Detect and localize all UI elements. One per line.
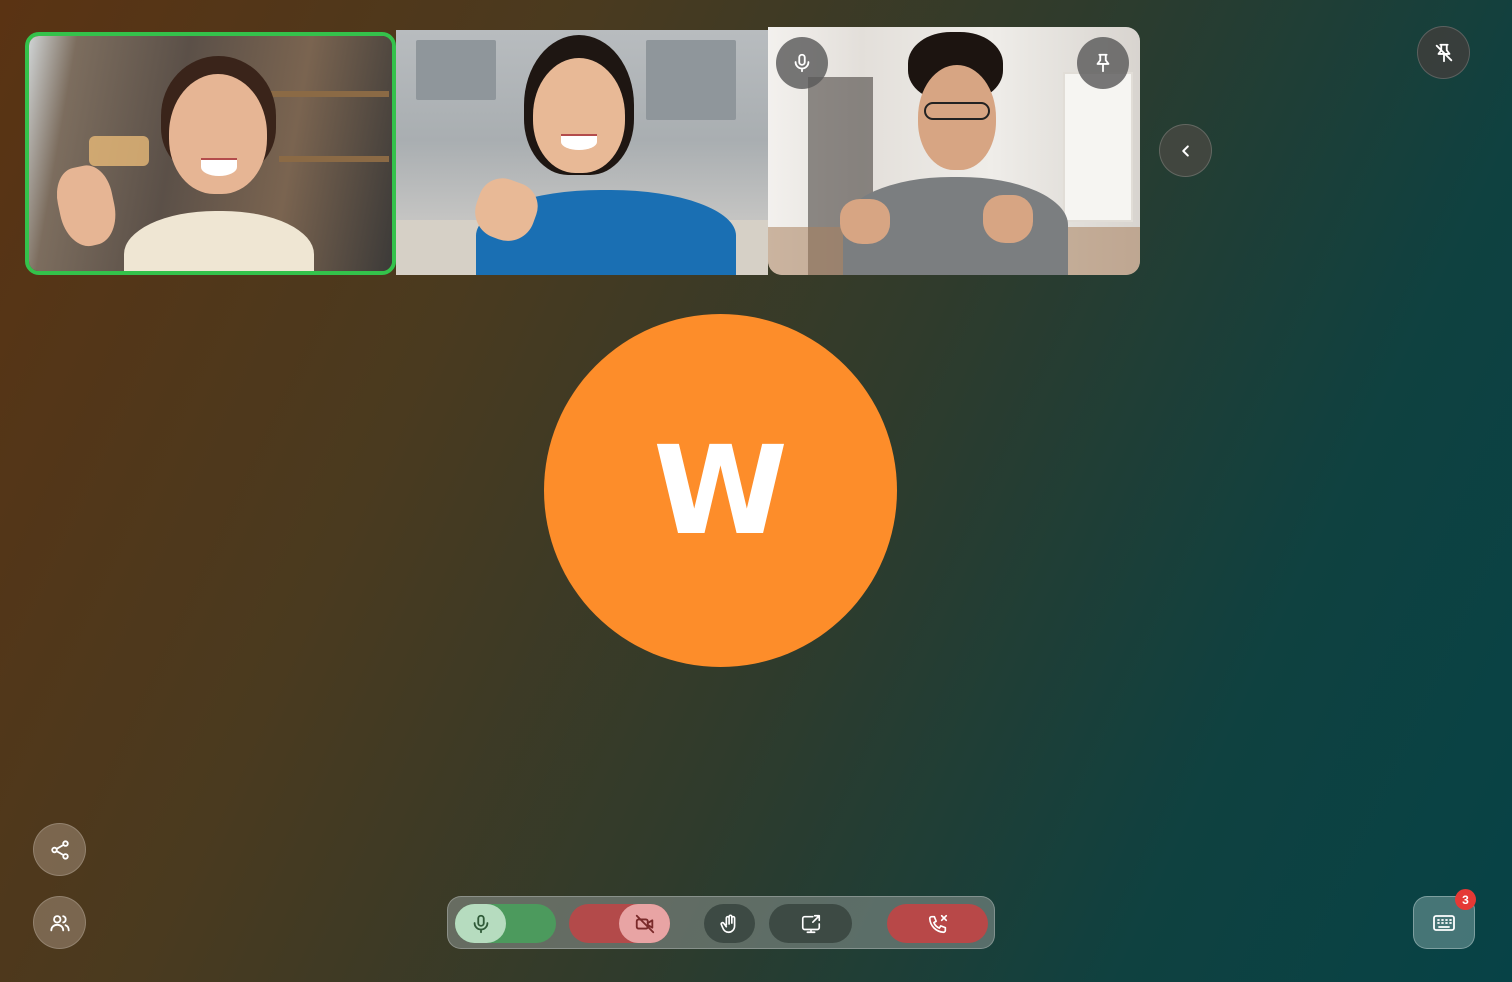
keyboard-shortcuts-button[interactable]: 3 — [1413, 889, 1476, 949]
screen-share-icon — [801, 914, 820, 933]
share-link-button[interactable] — [33, 823, 86, 876]
screen-share-button[interactable] — [769, 904, 852, 943]
participant-video — [29, 36, 392, 271]
end-call-icon — [928, 914, 947, 933]
share-icon — [50, 839, 69, 860]
end-call-button[interactable] — [887, 904, 988, 943]
call-controls-bar — [447, 896, 995, 949]
mic-icon — [794, 53, 810, 73]
participant-video — [396, 30, 768, 275]
hand-icon — [719, 914, 735, 933]
mic-toggle-knob — [455, 904, 506, 943]
camera-off-icon — [635, 914, 654, 933]
participant-tile-1[interactable] — [25, 32, 396, 275]
raise-hand-button[interactable] — [704, 904, 755, 943]
participant-tile-2[interactable] — [396, 30, 768, 275]
collapse-strip-button[interactable] — [1159, 124, 1212, 177]
notification-badge: 3 — [1455, 889, 1476, 910]
camera-toggle[interactable] — [569, 904, 670, 943]
mute-participant-button[interactable] — [776, 37, 828, 89]
mic-toggle[interactable] — [455, 904, 556, 943]
pin-participant-button[interactable] — [1077, 37, 1129, 89]
unpin-button[interactable] — [1417, 26, 1470, 79]
keyboard-icon — [1433, 914, 1455, 931]
people-icon — [49, 914, 70, 931]
unpin-icon — [1435, 43, 1452, 62]
avatar-initial: W — [653, 419, 788, 562]
participants-button[interactable] — [33, 896, 86, 949]
camera-toggle-knob — [619, 904, 670, 943]
pin-icon — [1096, 53, 1110, 73]
main-participant-avatar: W — [544, 314, 897, 667]
participant-tile-3[interactable] — [768, 27, 1140, 275]
mic-icon — [473, 914, 488, 933]
chevron-left-icon — [1181, 144, 1189, 157]
